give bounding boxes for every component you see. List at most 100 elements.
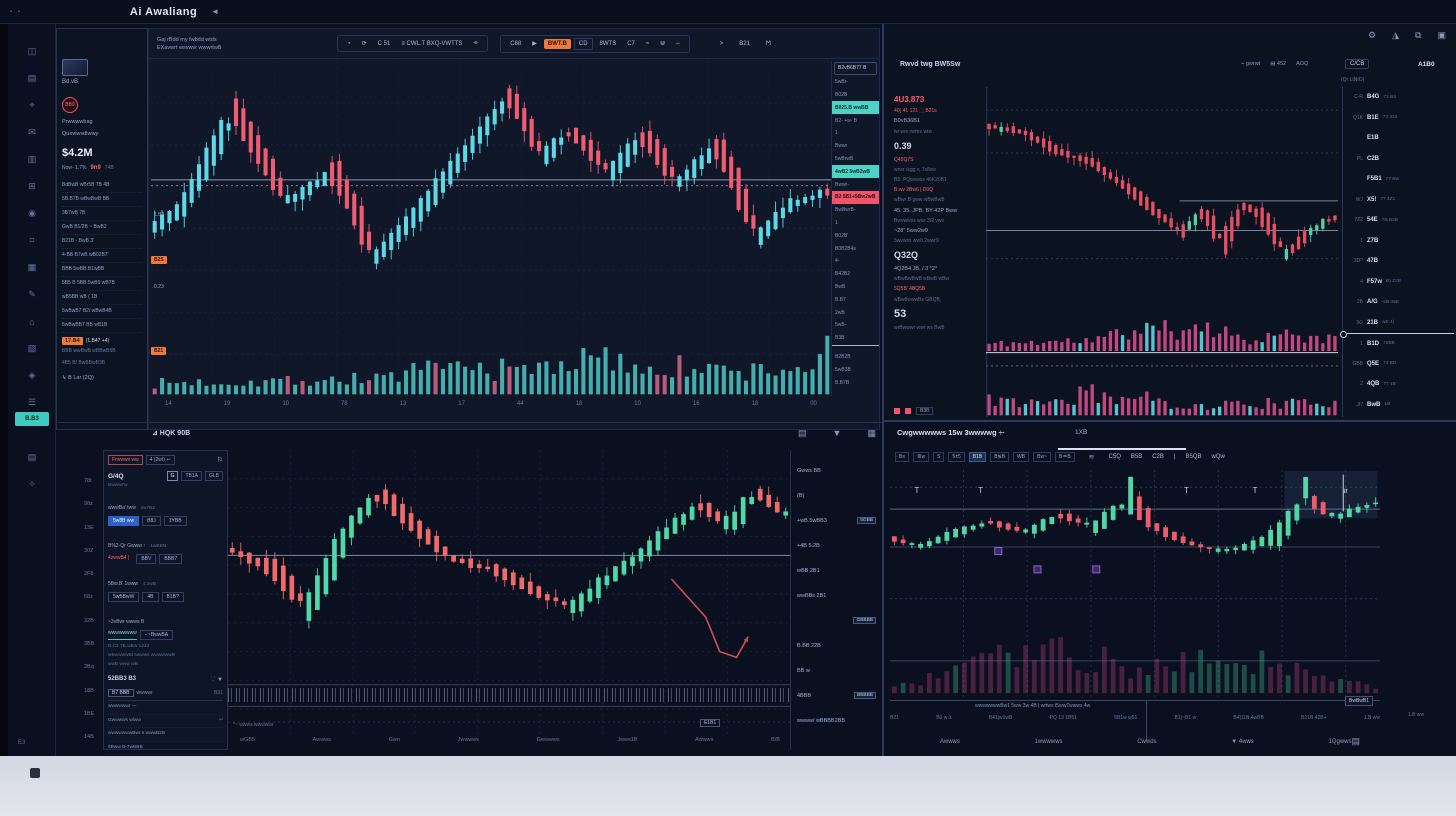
toolbar-button[interactable]: B21	[735, 39, 754, 49]
rail-icon[interactable]: ✎	[8, 281, 56, 308]
order-button-primary[interactable]: wwwwwwww	[108, 630, 137, 640]
vertical-divider[interactable]	[882, 24, 884, 756]
order-list-item[interactable]: 5Bww B-7wBBB	[108, 742, 223, 756]
quote-row[interactable]: JI7 BwB 1B	[1347, 395, 1454, 416]
horizontal-divider-left[interactable]	[56, 422, 882, 423]
quote-row[interactable]: F5B1 77 Bw	[1347, 169, 1454, 190]
order-list-item[interactable]: wwwwwwwBwr s wwwB2B	[108, 728, 223, 742]
quote-row[interactable]: 3D? 47B	[1347, 251, 1454, 272]
compare-toolbar-text[interactable]: |	[1174, 454, 1176, 460]
rail-icon[interactable]: ▧	[8, 335, 56, 362]
compare-toolbar-button[interactable]: B≡	[895, 452, 909, 462]
order-button-tertiary[interactable]: B1B?	[162, 592, 184, 602]
watchlist-item[interactable]: 5wBwBB7 BB wB1B	[62, 319, 142, 333]
quote-row[interactable]: 5G 21B wE 4)	[1347, 313, 1454, 334]
order-tab[interactable]: TB1A	[181, 471, 202, 481]
horizontal-divider-right[interactable]	[884, 420, 1456, 422]
compare-toolbar-button[interactable]: 5±5	[948, 452, 964, 462]
toolbar-button[interactable]: 8WTS	[596, 39, 621, 49]
order-button-secondary[interactable]: 4B	[142, 592, 158, 602]
quote-row[interactable]: 2 4QB 77 4B	[1347, 374, 1454, 395]
quote-row[interactable]: E1B	[1347, 128, 1454, 149]
order-list-item[interactable]: wwwwwwr —	[108, 701, 223, 715]
rail-icon[interactable]: ⌗	[8, 227, 56, 254]
order-tab[interactable]: GLB	[205, 471, 223, 481]
order-button-primary[interactable]: 4zwwB4 |	[108, 554, 133, 564]
rail-icon[interactable]: ▥	[8, 146, 56, 173]
toolbar-button[interactable]: ⌐	[672, 39, 684, 49]
toolbar-button[interactable]: ⟳	[358, 38, 371, 49]
toolbar-button[interactable]: ⋓	[656, 38, 669, 49]
rail-icon[interactable]: ▤	[8, 65, 56, 92]
toolbar-button[interactable]: ≈	[642, 39, 653, 49]
watchlist-item[interactable]: wB5BB wB ( 1B	[62, 291, 142, 305]
order-button-secondary[interactable]: - ~BwwBA	[140, 630, 173, 640]
header-mid-item[interactable]: ▤ 452	[1270, 61, 1286, 67]
rail-icon[interactable]: ✧	[8, 471, 56, 498]
detail-header-tag[interactable]: C/CB	[1345, 59, 1369, 69]
quote-row[interactable]: 7Z2 54E 7B B2B	[1347, 210, 1454, 231]
quote-row[interactable]: 1 Z7B	[1347, 231, 1454, 252]
rail-icon[interactable]: ✉	[8, 119, 56, 146]
alert-chip[interactable]: Frwwws ww	[108, 455, 143, 465]
order-button-tertiary[interactable]: 1YBB	[164, 516, 187, 526]
quote-row[interactable]: C-R B4G 73 B4	[1347, 87, 1454, 108]
rail-icon[interactable]: ▤	[8, 444, 56, 471]
toolbar-button[interactable]: CD	[574, 38, 593, 50]
compare-toolbar-button[interactable]: B1B	[969, 452, 986, 462]
watchlist-item[interactable]: 4-BB B7wB wB02B7'	[62, 249, 142, 263]
flag-icon[interactable]: ⚐	[217, 456, 223, 464]
rail-icon[interactable]: ⊞	[8, 173, 56, 200]
toolbar-button[interactable]: ⌯	[469, 38, 482, 49]
alert-badge[interactable]: BB9	[62, 97, 78, 113]
watchlist-item[interactable]: BBB 5wBB.B1wBB	[62, 263, 142, 277]
footer-item[interactable]: Awwws	[940, 739, 960, 745]
footer-item[interactable]: 1Qgwws	[1328, 739, 1351, 745]
compare-toolbar-text[interactable]: wQw	[1211, 454, 1224, 460]
compare-toolbar-button[interactable]: B≔B	[1055, 452, 1075, 462]
compare-toolbar-text[interactable]: B5B	[1131, 454, 1142, 460]
title-caret-icon[interactable]: ◄	[211, 7, 219, 16]
compare-toolbar-text[interactable]: B5QB	[1185, 454, 1201, 460]
compare-toolbar-button[interactable]: WB	[1013, 452, 1029, 462]
compare-toolbar-button[interactable]: ≣w	[913, 452, 929, 462]
quote-row[interactable]: 4 F57w B) Z2B	[1347, 272, 1454, 293]
watchlist-item[interactable]: BdBwB wBr5B 7B 4B	[62, 179, 142, 193]
watchlist-item[interactable]: 5wBwB7 B2/ wBwB4B	[62, 305, 142, 319]
compare-toolbar-text[interactable]: C2B	[1152, 454, 1164, 460]
watchlist-item[interactable]: B21B - BwB 3'	[62, 235, 142, 249]
toolbar-button[interactable]: C88	[506, 39, 525, 49]
watchlist-item[interactable]: 5B5 B 5BB.5wB9 wB7B	[62, 277, 142, 291]
footer-grid-icon[interactable]: ▤	[1351, 736, 1360, 747]
detail-candlestick-chart[interactable]	[986, 87, 1338, 417]
quote-row[interactable]: WJ X5! 77 4Z1	[1347, 190, 1454, 211]
quote-row[interactable]: PL C2B	[1347, 149, 1454, 170]
order-button-secondary[interactable]: BBV	[136, 554, 156, 564]
footer-item[interactable]: 1wwwwws	[1035, 739, 1063, 745]
header-mid-item[interactable]: ⌁ gwrwt	[1241, 61, 1260, 67]
toolbar-button[interactable]: ◔	[343, 39, 355, 49]
rail-icon[interactable]: ▦	[8, 254, 56, 281]
watchlist-footer[interactable]: ↳ B Lar (2Q)	[62, 375, 142, 381]
toolbar-button[interactable]: >	[716, 39, 728, 49]
watchlist-item[interactable]: 5B.B7B wBwBwB BB	[62, 193, 142, 207]
quote-row[interactable]: 2B A/G -5B 45E	[1347, 292, 1454, 313]
order-button-secondary[interactable]: B8J	[142, 516, 161, 526]
window-controls[interactable]: ▪ ▪	[10, 9, 22, 15]
compare-toolbar-button[interactable]: S	[933, 452, 944, 462]
quote-row[interactable]: Q1K B1E 73 313	[1347, 108, 1454, 129]
panel-header-icon[interactable]: ▤	[798, 428, 807, 439]
rail-icon[interactable]: ⌖	[8, 92, 56, 119]
panel-header-icon[interactable]: ◮	[1392, 30, 1399, 41]
watchlist-item-dim[interactable]: BBB wwBwB wBBwB5B	[62, 345, 142, 357]
section-menu-icon[interactable]: ⸪ ▼	[210, 675, 223, 683]
live-badge[interactable]: B.B3	[15, 412, 49, 426]
footer-item[interactable]: Cwwds	[1137, 739, 1156, 745]
compare-toolbar-button[interactable]: Bw~	[1033, 452, 1051, 462]
header-mid-item[interactable]: AOQ	[1296, 61, 1308, 67]
toolbar-button[interactable]: ≡ CWL.T BXQ-VWTTS	[397, 39, 466, 49]
toolbar-button[interactable]: C 51	[374, 39, 395, 49]
toolbar-button[interactable]: ▶	[528, 38, 541, 49]
order-button-tertiary[interactable]: BBB7	[159, 554, 182, 564]
watchlist-item[interactable]: GwB B1/2B ~ BwB2	[62, 221, 142, 235]
